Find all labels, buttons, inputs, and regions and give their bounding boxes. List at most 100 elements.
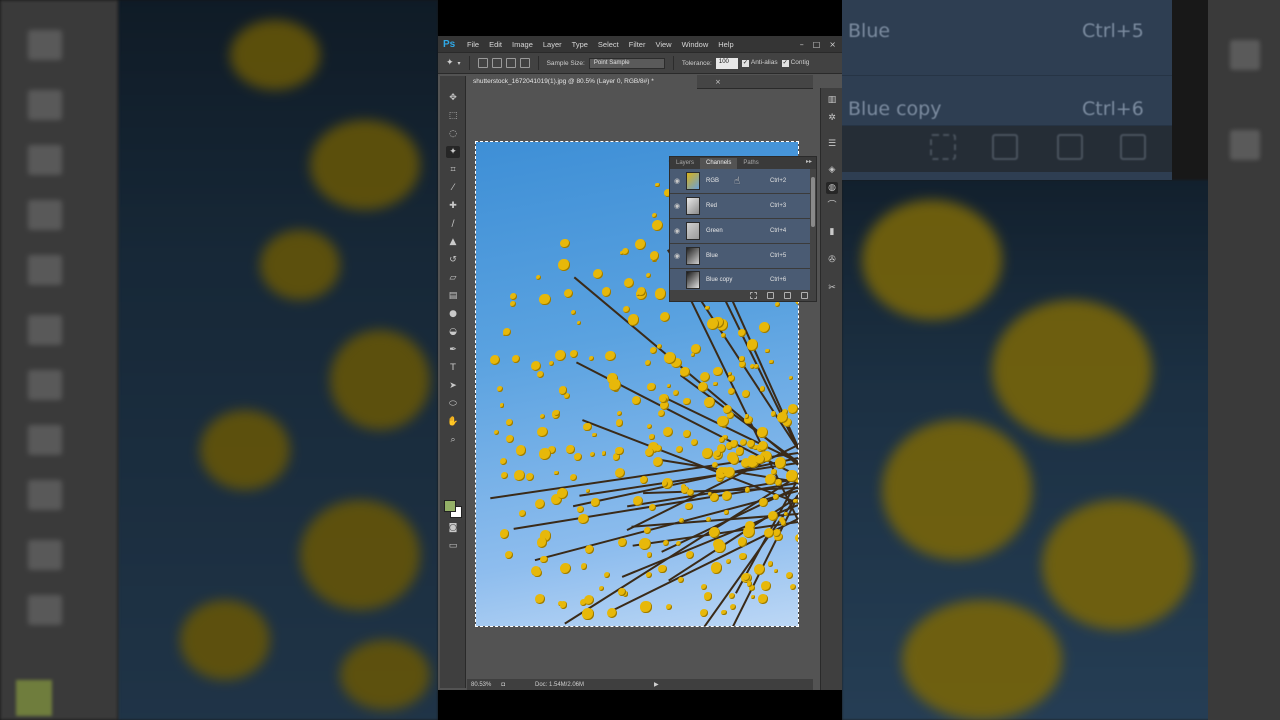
save-selection-icon[interactable] <box>767 292 774 299</box>
menu-file[interactable]: File <box>462 40 484 49</box>
tolerance-input[interactable]: 100 <box>715 57 738 69</box>
yellow-blossom <box>615 418 624 427</box>
magic-wand-icon[interactable]: ✦ <box>446 146 460 158</box>
panel-scrollbar[interactable] <box>810 169 816 291</box>
yellow-blossom <box>724 467 735 478</box>
history-brush-icon[interactable]: ↺ <box>446 254 460 266</box>
zoom-icon[interactable]: ⌕ <box>446 434 460 446</box>
anti-alias-checkbox[interactable]: ✓ Anti-alias <box>741 59 778 67</box>
yellow-blossom <box>750 594 755 600</box>
status-menu-icon[interactable]: ◘ <box>501 682 505 688</box>
menu-layer[interactable]: Layer <box>538 40 567 49</box>
marquee-icon[interactable]: ⬚ <box>446 110 460 122</box>
move-icon[interactable]: ✥ <box>446 92 460 104</box>
layers-icon[interactable]: ◈ <box>826 164 838 176</box>
channels-icon[interactable]: ◍ <box>826 182 838 194</box>
new-channel-icon[interactable] <box>784 292 791 299</box>
path-select-icon[interactable]: ➤ <box>446 380 460 392</box>
yellow-blossom <box>526 472 535 482</box>
check-icon: ✓ <box>781 60 789 67</box>
zoom-level[interactable]: 80.53% <box>471 682 491 688</box>
eyedropper-icon[interactable]: ⁄ <box>446 182 460 194</box>
gradient-icon[interactable]: ▤ <box>446 290 460 302</box>
blur-icon[interactable]: ● <box>446 308 460 320</box>
navigator-icon[interactable]: ✲ <box>826 112 838 124</box>
menu-select[interactable]: Select <box>593 40 624 49</box>
contiguous-checkbox[interactable]: ✓ Contig <box>781 59 809 67</box>
type-icon[interactable]: T <box>446 362 460 374</box>
magic-wand-icon[interactable]: ✦ <box>446 58 454 68</box>
dodge-icon[interactable]: ◒ <box>446 326 460 338</box>
tools-panel: ✥ ⬚ ◌ ✦ ⌗ ⁄ ✚ ∕ ▲ ↺ ▱ ▤ ● ◒ ✒ T ➤ ⬭ ✋ ⌕ … <box>440 76 466 688</box>
hand-icon[interactable]: ✋ <box>446 416 460 428</box>
delete-channel-icon[interactable] <box>801 292 808 299</box>
channel-shortcut: Ctrl+3 <box>770 203 787 209</box>
close-button[interactable]: × <box>829 40 836 49</box>
menu-window[interactable]: Window <box>677 40 714 49</box>
yellow-blossom <box>721 491 732 502</box>
eraser-icon[interactable]: ▱ <box>446 272 460 284</box>
menu-help[interactable]: Help <box>713 40 738 49</box>
maximize-button[interactable]: □ <box>813 40 821 49</box>
menu-type[interactable]: Type <box>567 40 593 49</box>
tools-preset-icon[interactable]: ✂ <box>826 282 838 294</box>
yellow-blossom <box>560 238 570 249</box>
crop-icon[interactable]: ⌗ <box>446 164 460 176</box>
channel-row-blue[interactable]: ◉ Blue Ctrl+5 <box>670 244 816 269</box>
quick-mask-icon[interactable]: ◙ <box>446 522 460 534</box>
stamp-icon[interactable]: ▲ <box>446 236 460 248</box>
menu-image[interactable]: Image <box>507 40 538 49</box>
tab-paths[interactable]: Paths <box>737 158 764 169</box>
intersect-selection-icon[interactable] <box>519 58 530 68</box>
tool-preset-chevron-icon[interactable]: ▾ <box>458 60 461 67</box>
yellow-blossom <box>654 288 667 300</box>
menu-edit[interactable]: Edit <box>484 40 507 49</box>
tab-channels[interactable]: Channels <box>700 158 738 169</box>
pen-icon[interactable]: ✒ <box>446 344 460 356</box>
close-tab-icon[interactable]: × <box>715 75 721 89</box>
screen-mode-icon[interactable]: ▭ <box>446 540 460 552</box>
channel-row-rgb[interactable]: ◉ RGB Ctrl+2 <box>670 169 816 194</box>
subtract-selection-icon[interactable] <box>505 58 516 68</box>
load-selection-icon[interactable] <box>750 292 757 299</box>
eye-icon[interactable]: ◉ <box>670 202 684 210</box>
eye-icon[interactable]: ◉ <box>670 227 684 235</box>
lasso-icon[interactable]: ◌ <box>446 128 460 140</box>
healing-icon[interactable]: ✚ <box>446 200 460 212</box>
eye-icon[interactable]: ◉ <box>670 252 684 260</box>
backdrop-channels-panel: Blue Ctrl+5 Blue copy Ctrl+6 <box>842 0 1172 180</box>
channel-row-green[interactable]: ◉ Green Ctrl+4 <box>670 219 816 244</box>
paths-icon[interactable]: ⌒ <box>826 200 838 212</box>
status-arrow-icon[interactable]: ▶ <box>654 681 659 688</box>
yellow-blossom <box>678 576 685 584</box>
yellow-blossom <box>649 434 655 440</box>
brushes-icon[interactable]: ✇ <box>826 254 838 266</box>
backdrop-tool <box>28 595 62 625</box>
document-tab[interactable]: shutterstock_1672041019(1).jpg @ 80.5% (… <box>467 75 697 89</box>
channel-row-blue-copy[interactable]: Blue copy Ctrl+6 <box>670 269 816 291</box>
properties-icon[interactable]: ▮ <box>826 226 838 238</box>
shape-icon[interactable]: ⬭ <box>446 398 460 410</box>
yellow-blossom <box>617 537 627 547</box>
menu-view[interactable]: View <box>650 40 676 49</box>
yellow-blossom <box>701 583 707 590</box>
yellow-blossom <box>680 367 690 377</box>
add-selection-icon[interactable] <box>491 58 502 68</box>
adjustments-icon[interactable]: ☰ <box>826 138 838 150</box>
yellow-blossom <box>739 438 748 447</box>
yellow-blossom <box>746 581 753 587</box>
sample-size-select[interactable]: Point Sample <box>588 57 665 69</box>
minimize-button[interactable]: – <box>800 40 804 49</box>
tab-layers[interactable]: Layers <box>670 158 700 169</box>
histogram-icon[interactable]: ▥ <box>826 94 838 106</box>
channel-row-red[interactable]: ◉ Red Ctrl+3 <box>670 194 816 219</box>
foreground-color-swatch[interactable] <box>444 500 456 512</box>
panel-menu-icon[interactable]: ▸▸ <box>806 158 812 165</box>
scrollbar-thumb[interactable] <box>811 177 815 227</box>
backdrop-toolstrip <box>0 0 118 720</box>
yellow-blossom <box>580 562 588 570</box>
menu-filter[interactable]: Filter <box>624 40 651 49</box>
eye-icon[interactable]: ◉ <box>670 177 684 185</box>
new-selection-icon[interactable] <box>477 58 488 68</box>
brush-icon[interactable]: ∕ <box>446 218 460 230</box>
